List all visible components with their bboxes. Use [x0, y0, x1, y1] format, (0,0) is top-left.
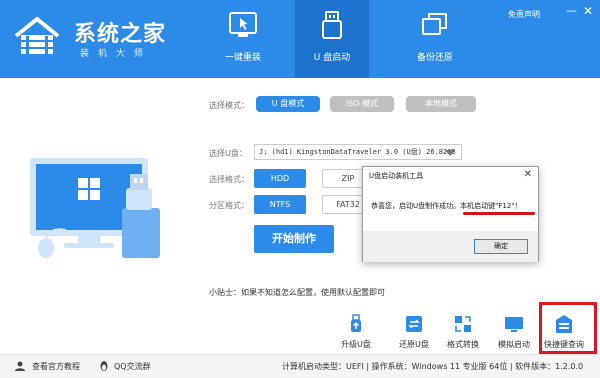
- format-hdd-button[interactable]: HDD: [254, 169, 306, 188]
- tab-one-click-reinstall-label: 一键重装: [224, 53, 261, 63]
- minimize-button[interactable]: —: [566, 5, 577, 17]
- success-dialog: U盘启动装机工具 ✕ 恭喜您，启动U盘制作成功。本机启动键"F12"！ 确定: [362, 166, 539, 262]
- tool-upgrade-usb-label: 升级U盘: [341, 340, 371, 349]
- mode-label: 选择模式：: [209, 101, 249, 110]
- backup-windows-icon: [422, 13, 447, 35]
- close-button[interactable]: ✕: [582, 5, 594, 17]
- tab-usb-boot-label: U 盘启动: [313, 53, 351, 63]
- dialog-message: 恭喜您，启动U盘制作成功。本机启动键"F12"！: [371, 202, 522, 210]
- partition-ntfs-button[interactable]: NTFS: [254, 195, 306, 214]
- tip-text: 小贴士：如果不知道怎么配置，使用默认配置即可: [209, 288, 385, 297]
- usb-drive-icon: [322, 11, 342, 39]
- monitor-cursor-icon: [229, 12, 257, 37]
- dialog-ok-button[interactable]: 确定: [474, 239, 528, 254]
- tool-simulate-boot[interactable]: 模拟启动: [488, 314, 540, 350]
- header-bar: 系统之家 装机大师 一键重装 U 盘启动 备份还原 免责声明 — ✕: [0, 0, 600, 78]
- drive-select[interactable]: J: (hd1) KingstonDataTraveler 3.0 (U盘) 2…: [254, 144, 462, 160]
- tool-upgrade-usb[interactable]: 升级U盘: [330, 314, 382, 350]
- restore-icon: [406, 316, 422, 332]
- dialog-close-button[interactable]: ✕: [524, 169, 532, 180]
- partition-label: 分区格式：: [209, 201, 249, 210]
- tool-restore-usb-label: 还原U盘: [399, 340, 429, 349]
- app-subtitle: 装机大师: [80, 49, 153, 59]
- house-logo-icon: [14, 17, 60, 54]
- format-convert-icon: [455, 316, 471, 332]
- disclaimer-link[interactable]: 免责声明: [508, 9, 540, 20]
- drive-value: J: (hd1) KingstonDataTraveler 3.0 (U盘) 2…: [259, 148, 456, 156]
- highlight-underline: [463, 212, 535, 215]
- tool-format-convert[interactable]: 格式转换: [437, 314, 489, 350]
- footer-bar: 查看官方教程 QQ交流群 计算机启动类型：UEFI | 操作系统：Windows…: [0, 354, 600, 378]
- start-make-button[interactable]: 开始制作: [254, 225, 334, 253]
- highlight-box: [539, 302, 597, 354]
- tab-one-click-reinstall[interactable]: 一键重装: [206, 0, 280, 78]
- app-title: 系统之家: [74, 22, 167, 47]
- monitor-icon: [505, 317, 523, 332]
- mode-iso-button[interactable]: ISO 模式: [330, 96, 394, 112]
- app-logo: 系统之家 装机大师: [12, 12, 167, 62]
- tool-simulate-boot-label: 模拟启动: [498, 340, 530, 349]
- system-status: 计算机启动类型：UEFI | 操作系统：Windows 11 专业版 64位 |…: [282, 362, 584, 371]
- mode-local-button[interactable]: 本地模式: [406, 96, 476, 112]
- tab-backup-restore-label: 备份还原: [416, 53, 453, 63]
- tool-format-convert-label: 格式转换: [447, 340, 479, 349]
- official-tutorial-link[interactable]: 查看官方教程: [32, 361, 80, 372]
- chevron-down-icon: [445, 150, 455, 156]
- mode-usb-button[interactable]: U 盘模式: [256, 96, 320, 112]
- dialog-footer: 确定: [363, 231, 538, 262]
- qq-penguin-icon: [100, 361, 108, 371]
- format-label: 选择格式：: [209, 175, 249, 184]
- tab-usb-boot[interactable]: U 盘启动: [295, 0, 369, 78]
- dialog-title: U盘启动装机工具: [369, 172, 424, 180]
- qq-group-link[interactable]: QQ交流群: [114, 361, 151, 372]
- drive-label: 选择U盘：: [209, 149, 247, 158]
- computer-usb-illustration: [30, 158, 160, 258]
- tool-restore-usb[interactable]: 还原U盘: [388, 314, 440, 350]
- user-icon: [15, 361, 25, 371]
- usb-upgrade-icon: [351, 314, 361, 332]
- tab-backup-restore[interactable]: 备份还原: [398, 0, 472, 78]
